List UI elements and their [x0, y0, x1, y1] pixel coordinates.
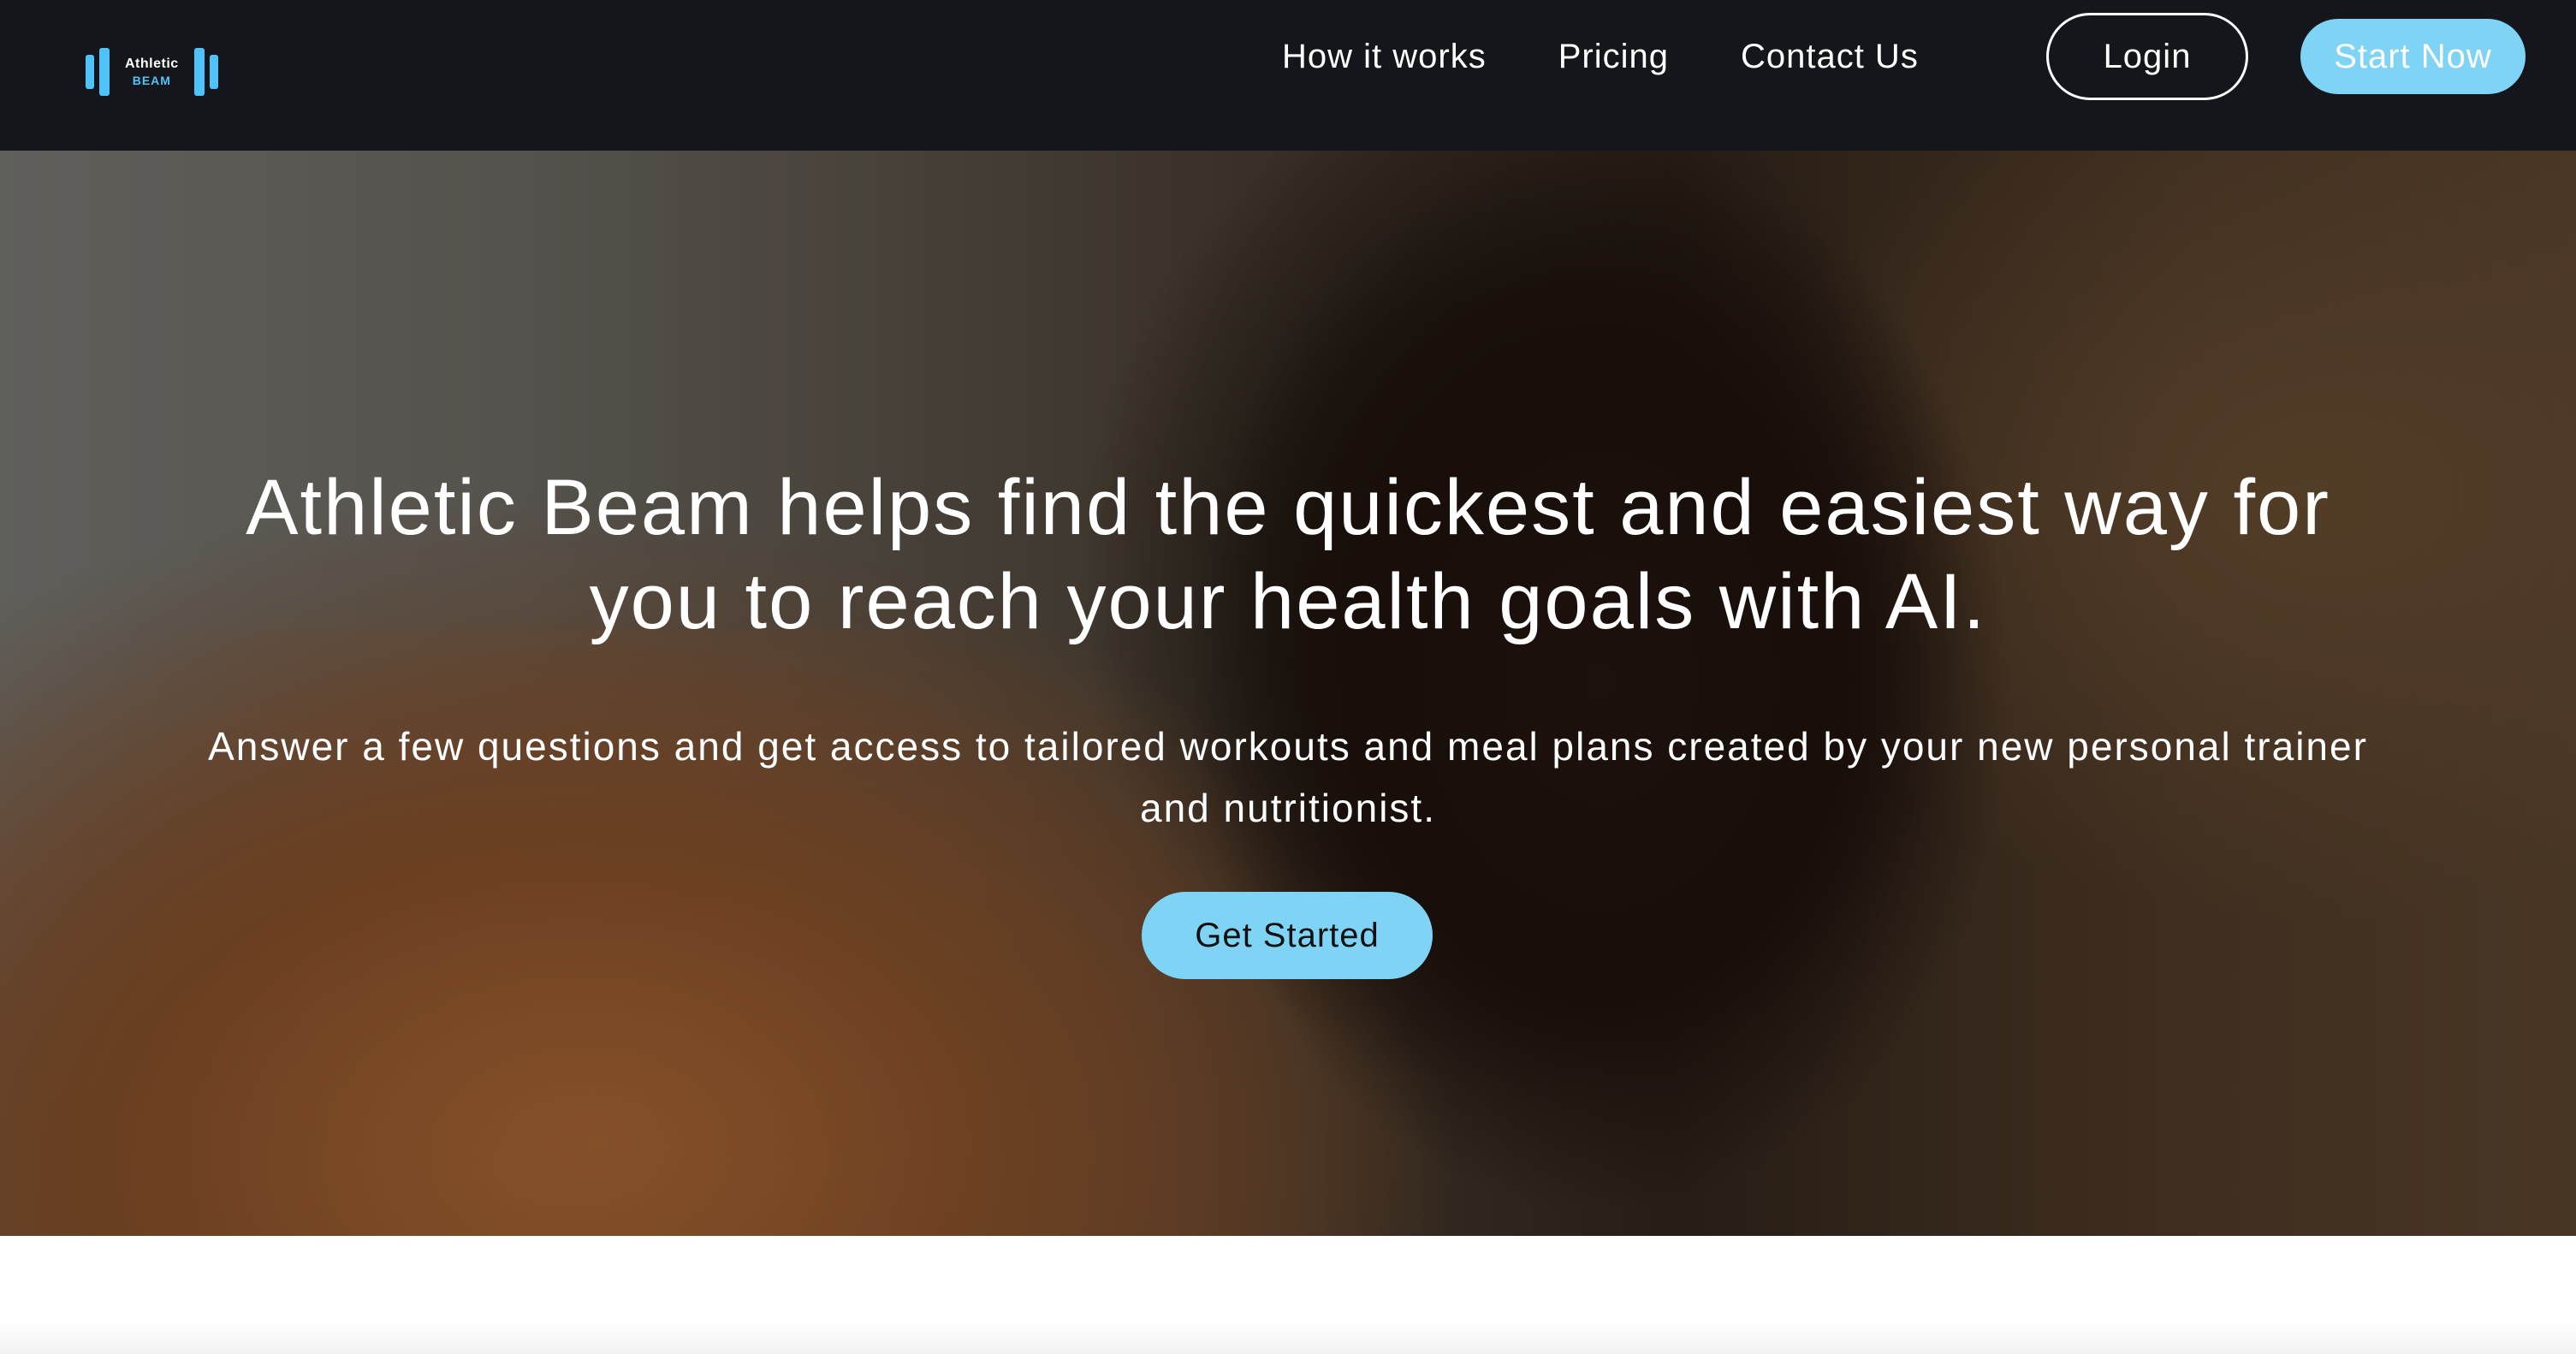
logo-line1: Athletic [125, 56, 179, 71]
login-button[interactable]: Login [2046, 13, 2248, 100]
page: Athletic BEAM How it works Pricing Conta… [0, 0, 2576, 1354]
nav-how-it-works[interactable]: How it works [1282, 38, 1487, 76]
hero-content: Athletic Beam helps find the quickest an… [0, 151, 2576, 1236]
logo[interactable]: Athletic BEAM [86, 46, 218, 98]
logo-left-bars-icon [86, 48, 110, 96]
hero-section: Athletic Beam helps find the quickest an… [0, 151, 2576, 1236]
get-started-button[interactable]: Get Started [1142, 892, 1433, 979]
start-now-button[interactable]: Start Now [2300, 19, 2526, 94]
main-nav: How it works Pricing Contact Us [1282, 0, 1919, 113]
logo-line2: BEAM [132, 74, 171, 87]
hero-title: Athletic Beam helps find the quickest an… [246, 464, 2330, 645]
nav-pricing[interactable]: Pricing [1558, 38, 1669, 76]
nav-contact-us[interactable]: Contact Us [1741, 38, 1919, 76]
below-hero-section [0, 1236, 2576, 1354]
hero-subtitle: Answer a few questions and get access to… [208, 724, 2368, 830]
logo-right-bars-icon [193, 48, 218, 96]
logo-text: Athletic BEAM [118, 56, 186, 87]
site-header: Athletic BEAM How it works Pricing Conta… [0, 0, 2576, 151]
